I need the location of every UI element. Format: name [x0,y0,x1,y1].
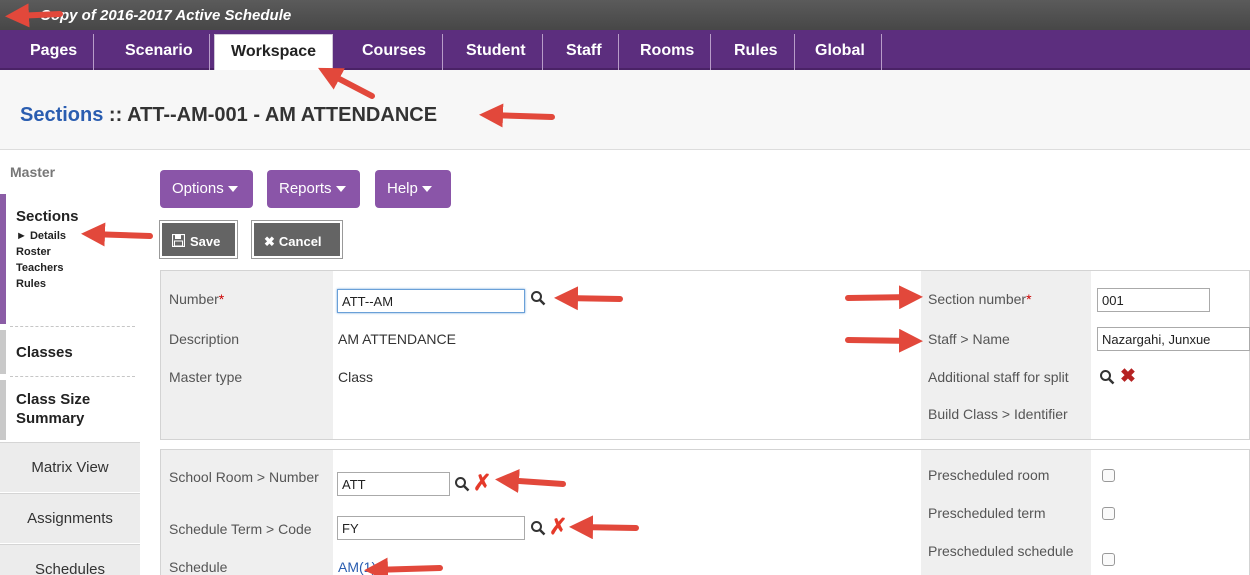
annotation-arrow [845,328,923,353]
annotation-arrow [479,103,555,128]
annotation-arrow [554,286,623,311]
annotation-arrows [5,3,923,575]
annotation-arrow [845,285,923,310]
annotation-arrow [81,222,153,247]
annotation-arrow [5,3,63,28]
annotation-arrow [318,67,375,99]
annotation-arrow [569,515,639,540]
annotation-arrow [495,469,566,493]
app-window: Copy of 2016-2017 Active Schedule Pages … [0,0,1250,575]
annotation-arrow [364,557,443,575]
